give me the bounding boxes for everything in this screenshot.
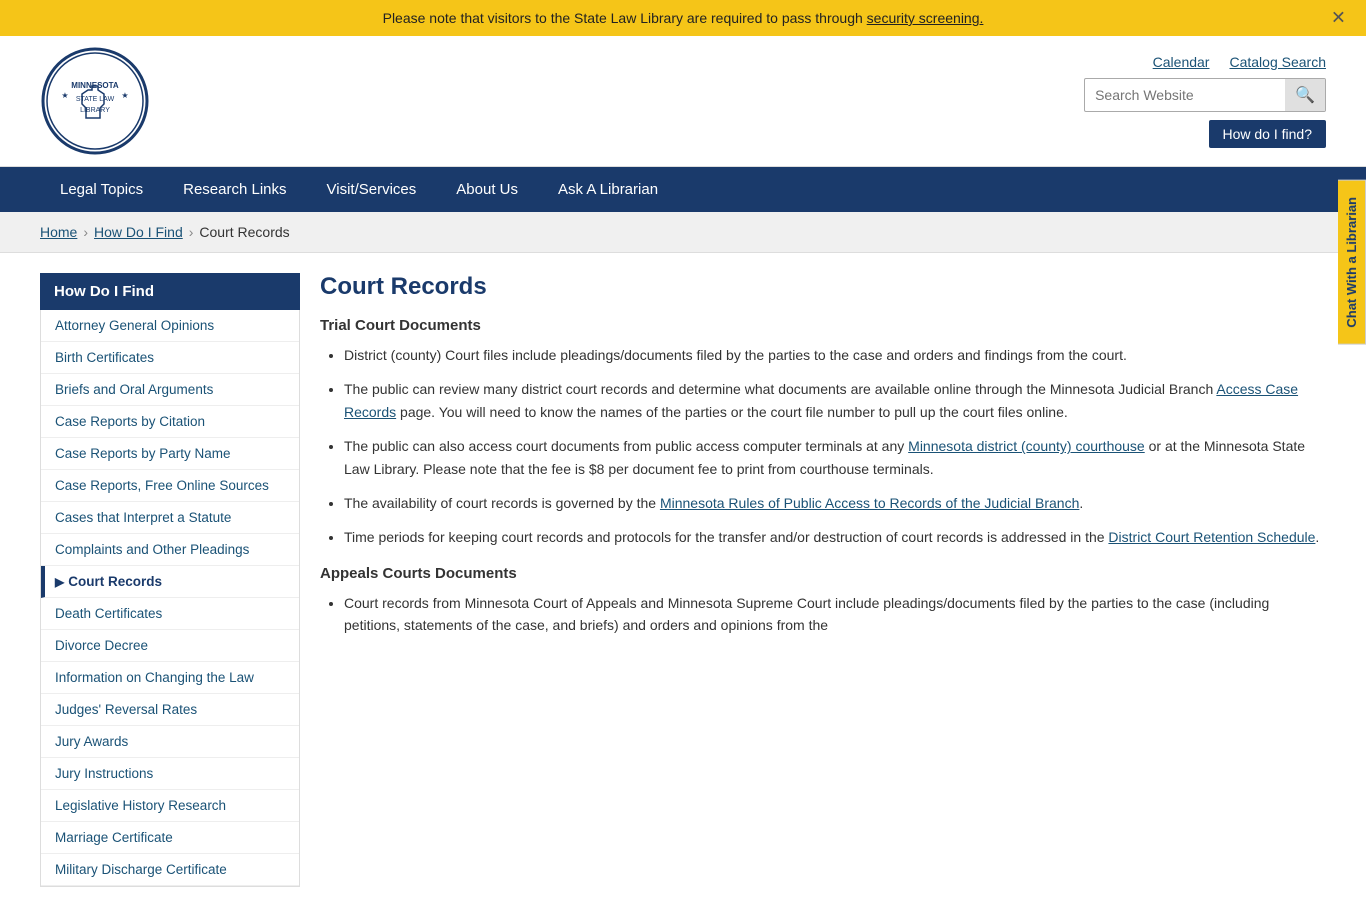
how-do-i-find-button[interactable]: How do I find? [1209,120,1327,148]
sidebar-nav: Attorney General Opinions Birth Certific… [40,310,300,887]
calendar-link[interactable]: Calendar [1153,54,1210,70]
appeals-court-list: Court records from Minnesota Court of Ap… [320,592,1326,637]
site-logo: MINNESOTA STATE LAW LIBRARY ★ ★ [40,46,150,156]
active-arrow-icon: ▶ [55,575,64,589]
sidebar-item-court-records[interactable]: ▶ Court Records [41,566,299,598]
section2-title: Appeals Courts Documents [320,565,1326,582]
sidebar-item-briefs[interactable]: Briefs and Oral Arguments [41,374,299,406]
breadcrumb-current: Court Records [199,224,289,240]
breadcrumb: Home › How Do I Find › Court Records [0,212,1366,253]
breadcrumb-home[interactable]: Home [40,224,77,240]
search-button[interactable]: 🔍 [1285,79,1325,111]
retention-schedule-link[interactable]: District Court Retention Schedule [1108,529,1315,545]
sidebar-item-attorney-general[interactable]: Attorney General Opinions [41,310,299,342]
sidebar-item-case-reports-party[interactable]: Case Reports by Party Name [41,438,299,470]
logo-area: MINNESOTA STATE LAW LIBRARY ★ ★ [40,46,150,156]
breadcrumb-how-do-i-find[interactable]: How Do I Find [94,224,183,240]
sidebar-item-reversal-rates[interactable]: Judges' Reversal Rates [41,694,299,726]
nav-research-links[interactable]: Research Links [163,167,306,212]
banner-link[interactable]: security screening. [867,10,984,26]
sidebar-item-case-reports-citation[interactable]: Case Reports by Citation [41,406,299,438]
nav-ask-librarian[interactable]: Ask A Librarian [538,167,678,212]
header-right: Calendar Catalog Search 🔍 How do I find? [1084,54,1326,148]
list-item: The public can review many district cour… [344,378,1326,423]
sidebar-header: How Do I Find [40,273,300,310]
sidebar-item-death-certificates[interactable]: Death Certificates [41,598,299,630]
sidebar-item-complaints[interactable]: Complaints and Other Pleadings [41,534,299,566]
header-links: Calendar Catalog Search [1153,54,1326,70]
breadcrumb-sep-2: › [189,224,194,240]
chat-widget[interactable]: Chat With a Librarian [1338,180,1366,345]
mn-courthouse-link[interactable]: Minnesota district (county) courthouse [908,438,1145,454]
content-area: How Do I Find Attorney General Opinions … [0,253,1366,907]
list-item: Court records from Minnesota Court of Ap… [344,592,1326,637]
site-header: MINNESOTA STATE LAW LIBRARY ★ ★ Calendar… [0,36,1366,167]
sidebar-item-case-reports-free[interactable]: Case Reports, Free Online Sources [41,470,299,502]
nav-about-us[interactable]: About Us [436,167,538,212]
svg-text:★: ★ [121,91,128,100]
sidebar-item-birth-certificates[interactable]: Birth Certificates [41,342,299,374]
sidebar-item-marriage-certificate[interactable]: Marriage Certificate [41,822,299,854]
sidebar-item-cases-statute[interactable]: Cases that Interpret a Statute [41,502,299,534]
list-item: The availability of court records is gov… [344,492,1326,514]
list-item: The public can also access court documen… [344,435,1326,480]
sidebar-item-legislative-history[interactable]: Legislative History Research [41,790,299,822]
sidebar: How Do I Find Attorney General Opinions … [40,273,300,887]
search-bar: 🔍 [1084,78,1326,112]
trial-court-list: District (county) Court files include pl… [320,344,1326,549]
breadcrumb-sep-1: › [83,224,88,240]
page-title: Court Records [320,273,1326,301]
sidebar-item-divorce-decree[interactable]: Divorce Decree [41,630,299,662]
sidebar-item-changing-law[interactable]: Information on Changing the Law [41,662,299,694]
mn-rules-link[interactable]: Minnesota Rules of Public Access to Reco… [660,495,1079,511]
sidebar-item-military-discharge[interactable]: Military Discharge Certificate [41,854,299,886]
list-item: Time periods for keeping court records a… [344,526,1326,548]
search-input[interactable] [1085,81,1285,109]
list-item: District (county) Court files include pl… [344,344,1326,366]
banner-text: Please note that visitors to the State L… [383,10,867,26]
catalog-search-link[interactable]: Catalog Search [1229,54,1326,70]
banner-close-button[interactable]: ✕ [1331,8,1346,29]
main-content: Court Records Trial Court Documents Dist… [320,273,1326,887]
sidebar-item-jury-awards[interactable]: Jury Awards [41,726,299,758]
svg-text:LIBRARY: LIBRARY [80,107,110,114]
nav-legal-topics[interactable]: Legal Topics [40,167,163,212]
nav-visit-services[interactable]: Visit/Services [307,167,437,212]
main-navigation: Legal Topics Research Links Visit/Servic… [0,167,1366,212]
svg-text:★: ★ [61,91,68,100]
announcement-banner: Please note that visitors to the State L… [0,0,1366,36]
sidebar-item-jury-instructions[interactable]: Jury Instructions [41,758,299,790]
section1-title: Trial Court Documents [320,317,1326,334]
